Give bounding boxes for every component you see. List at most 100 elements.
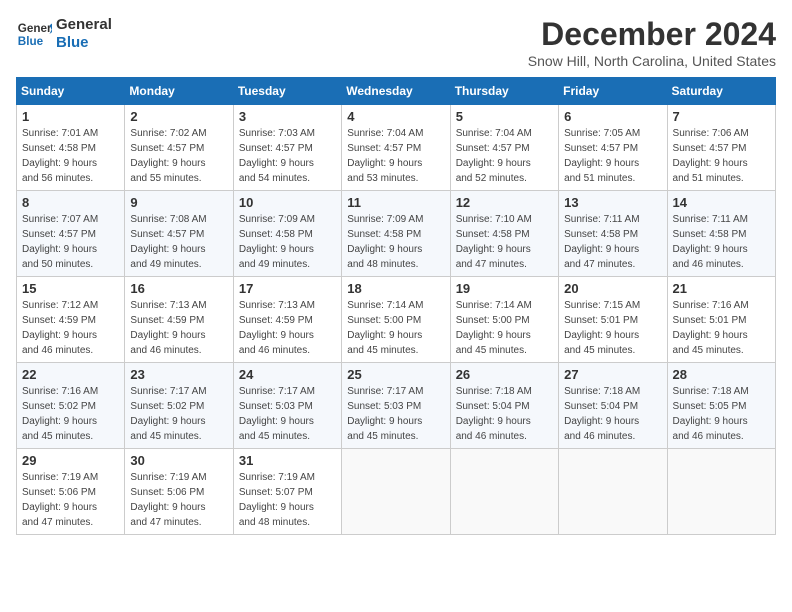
day-number: 4	[347, 109, 444, 124]
calendar-cell: 8 Sunrise: 7:07 AM Sunset: 4:57 PM Daylig…	[17, 191, 125, 277]
calendar-cell: 2Sunrise: 7:02 AM Sunset: 4:57 PM Daylig…	[125, 105, 233, 191]
day-info: Sunrise: 7:18 AM Sunset: 5:05 PM Dayligh…	[673, 384, 770, 444]
day-info: Sunrise: 7:10 AM Sunset: 4:58 PM Dayligh…	[456, 212, 553, 272]
calendar-table: SundayMondayTuesdayWednesdayThursdayFrid…	[16, 77, 776, 535]
calendar-cell: 13Sunrise: 7:11 AM Sunset: 4:58 PM Dayli…	[559, 191, 667, 277]
day-info: Sunrise: 7:14 AM Sunset: 5:00 PM Dayligh…	[456, 298, 553, 358]
column-header-wednesday: Wednesday	[342, 78, 450, 105]
day-number: 28	[673, 367, 770, 382]
logo-blue: Blue	[56, 34, 112, 52]
day-number: 9	[130, 195, 227, 210]
calendar-cell: 24Sunrise: 7:17 AM Sunset: 5:03 PM Dayli…	[233, 363, 341, 449]
calendar-cell	[559, 449, 667, 535]
day-info: Sunrise: 7:19 AM Sunset: 5:06 PM Dayligh…	[22, 470, 119, 530]
calendar-cell: 18Sunrise: 7:14 AM Sunset: 5:00 PM Dayli…	[342, 277, 450, 363]
logo-icon: General Blue	[16, 16, 52, 52]
day-info: Sunrise: 7:18 AM Sunset: 5:04 PM Dayligh…	[564, 384, 661, 444]
column-header-monday: Monday	[125, 78, 233, 105]
calendar-header-row: SundayMondayTuesdayWednesdayThursdayFrid…	[17, 78, 776, 105]
day-info: Sunrise: 7:05 AM Sunset: 4:57 PM Dayligh…	[564, 126, 661, 186]
calendar-cell: 6 Sunrise: 7:05 AM Sunset: 4:57 PM Daylig…	[559, 105, 667, 191]
day-info: Sunrise: 7:09 AM Sunset: 4:58 PM Dayligh…	[347, 212, 444, 272]
day-info: Sunrise: 7:06 AM Sunset: 4:57 PM Dayligh…	[673, 126, 770, 186]
location-text: Snow Hill, North Carolina, United States	[528, 53, 776, 69]
day-number: 19	[456, 281, 553, 296]
day-number: 15	[22, 281, 119, 296]
column-header-tuesday: Tuesday	[233, 78, 341, 105]
logo-general: General	[56, 16, 112, 34]
calendar-cell: 27Sunrise: 7:18 AM Sunset: 5:04 PM Dayli…	[559, 363, 667, 449]
calendar-cell: 5 Sunrise: 7:04 AM Sunset: 4:57 PM Daylig…	[450, 105, 558, 191]
calendar-cell: 28 Sunrise: 7:18 AM Sunset: 5:05 PM Dayli…	[667, 363, 775, 449]
day-number: 20	[564, 281, 661, 296]
calendar-cell: 26Sunrise: 7:18 AM Sunset: 5:04 PM Dayli…	[450, 363, 558, 449]
calendar-week-row: 8 Sunrise: 7:07 AM Sunset: 4:57 PM Daylig…	[17, 191, 776, 277]
day-info: Sunrise: 7:04 AM Sunset: 4:57 PM Dayligh…	[347, 126, 444, 186]
column-header-friday: Friday	[559, 78, 667, 105]
month-title: December 2024	[528, 16, 776, 53]
day-info: Sunrise: 7:16 AM Sunset: 5:02 PM Dayligh…	[22, 384, 119, 444]
calendar-cell: 12Sunrise: 7:10 AM Sunset: 4:58 PM Dayli…	[450, 191, 558, 277]
calendar-cell: 20 Sunrise: 7:15 AM Sunset: 5:01 PM Dayli…	[559, 277, 667, 363]
calendar-cell	[342, 449, 450, 535]
day-info: Sunrise: 7:16 AM Sunset: 5:01 PM Dayligh…	[673, 298, 770, 358]
calendar-week-row: 15Sunrise: 7:12 AM Sunset: 4:59 PM Dayli…	[17, 277, 776, 363]
day-number: 3	[239, 109, 336, 124]
calendar-week-row: 22 Sunrise: 7:16 AM Sunset: 5:02 PM Dayli…	[17, 363, 776, 449]
day-number: 29	[22, 453, 119, 468]
day-info: Sunrise: 7:03 AM Sunset: 4:57 PM Dayligh…	[239, 126, 336, 186]
logo: General Blue General Blue	[16, 16, 112, 52]
day-number: 22	[22, 367, 119, 382]
calendar-cell: 9 Sunrise: 7:08 AM Sunset: 4:57 PM Daylig…	[125, 191, 233, 277]
day-number: 5	[456, 109, 553, 124]
day-number: 31	[239, 453, 336, 468]
day-info: Sunrise: 7:04 AM Sunset: 4:57 PM Dayligh…	[456, 126, 553, 186]
day-number: 26	[456, 367, 553, 382]
day-number: 30	[130, 453, 227, 468]
title-section: December 2024 Snow Hill, North Carolina,…	[528, 16, 776, 69]
day-info: Sunrise: 7:13 AM Sunset: 4:59 PM Dayligh…	[130, 298, 227, 358]
day-number: 8	[22, 195, 119, 210]
day-info: Sunrise: 7:15 AM Sunset: 5:01 PM Dayligh…	[564, 298, 661, 358]
calendar-cell	[450, 449, 558, 535]
calendar-cell: 7 Sunrise: 7:06 AM Sunset: 4:57 PM Daylig…	[667, 105, 775, 191]
calendar-cell: 29 Sunrise: 7:19 AM Sunset: 5:06 PM Dayli…	[17, 449, 125, 535]
calendar-week-row: 29 Sunrise: 7:19 AM Sunset: 5:06 PM Dayli…	[17, 449, 776, 535]
day-info: Sunrise: 7:19 AM Sunset: 5:06 PM Dayligh…	[130, 470, 227, 530]
calendar-cell: 21 Sunrise: 7:16 AM Sunset: 5:01 PM Dayli…	[667, 277, 775, 363]
day-number: 10	[239, 195, 336, 210]
day-info: Sunrise: 7:17 AM Sunset: 5:03 PM Dayligh…	[347, 384, 444, 444]
svg-text:Blue: Blue	[18, 35, 44, 48]
day-info: Sunrise: 7:07 AM Sunset: 4:57 PM Dayligh…	[22, 212, 119, 272]
calendar-cell	[667, 449, 775, 535]
day-number: 6	[564, 109, 661, 124]
day-number: 21	[673, 281, 770, 296]
day-number: 7	[673, 109, 770, 124]
column-header-sunday: Sunday	[17, 78, 125, 105]
day-info: Sunrise: 7:11 AM Sunset: 4:58 PM Dayligh…	[673, 212, 770, 272]
day-info: Sunrise: 7:13 AM Sunset: 4:59 PM Dayligh…	[239, 298, 336, 358]
day-number: 16	[130, 281, 227, 296]
column-header-saturday: Saturday	[667, 78, 775, 105]
day-info: Sunrise: 7:09 AM Sunset: 4:58 PM Dayligh…	[239, 212, 336, 272]
day-info: Sunrise: 7:08 AM Sunset: 4:57 PM Dayligh…	[130, 212, 227, 272]
calendar-cell: 30 Sunrise: 7:19 AM Sunset: 5:06 PM Dayli…	[125, 449, 233, 535]
calendar-cell: 16 Sunrise: 7:13 AM Sunset: 4:59 PM Dayli…	[125, 277, 233, 363]
calendar-cell: 25Sunrise: 7:17 AM Sunset: 5:03 PM Dayli…	[342, 363, 450, 449]
calendar-cell: 3 Sunrise: 7:03 AM Sunset: 4:57 PM Daylig…	[233, 105, 341, 191]
day-number: 24	[239, 367, 336, 382]
calendar-cell: 31Sunrise: 7:19 AM Sunset: 5:07 PM Dayli…	[233, 449, 341, 535]
svg-text:General: General	[18, 22, 52, 35]
day-info: Sunrise: 7:01 AM Sunset: 4:58 PM Dayligh…	[22, 126, 119, 186]
day-info: Sunrise: 7:17 AM Sunset: 5:02 PM Dayligh…	[130, 384, 227, 444]
calendar-cell: 14Sunrise: 7:11 AM Sunset: 4:58 PM Dayli…	[667, 191, 775, 277]
page-header: General Blue General Blue December 2024 …	[16, 16, 776, 69]
calendar-cell: 4 Sunrise: 7:04 AM Sunset: 4:57 PM Daylig…	[342, 105, 450, 191]
calendar-cell: 1 Sunrise: 7:01 AM Sunset: 4:58 PM Daylig…	[17, 105, 125, 191]
day-number: 13	[564, 195, 661, 210]
calendar-cell: 23Sunrise: 7:17 AM Sunset: 5:02 PM Dayli…	[125, 363, 233, 449]
calendar-week-row: 1 Sunrise: 7:01 AM Sunset: 4:58 PM Daylig…	[17, 105, 776, 191]
day-number: 1	[22, 109, 119, 124]
day-info: Sunrise: 7:14 AM Sunset: 5:00 PM Dayligh…	[347, 298, 444, 358]
calendar-cell: 19 Sunrise: 7:14 AM Sunset: 5:00 PM Dayli…	[450, 277, 558, 363]
